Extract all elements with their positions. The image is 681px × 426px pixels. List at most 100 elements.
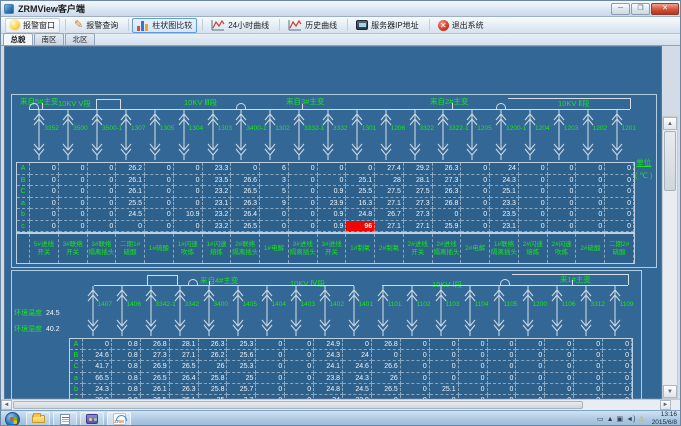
maximize-button[interactable]: ❐ (631, 3, 650, 15)
table-cell: 0 (59, 209, 88, 221)
content-area: 来自5#主变10KV V段10KV Ⅲ段来自3#主变来自2#主变10KV Ⅱ段3… (1, 46, 681, 399)
taskbar-document[interactable] (53, 412, 77, 426)
table-cell: 0 (372, 350, 401, 361)
scroll-up-arrow[interactable]: ▲ (663, 117, 677, 130)
bay-label: 3#进线 开关 (318, 234, 347, 263)
table-cell: 0 (88, 163, 117, 175)
horizontal-scrollbar[interactable]: ◄ ► (1, 399, 681, 410)
scroll-down-arrow[interactable]: ▼ (663, 385, 677, 398)
bulb-icon (10, 20, 20, 30)
table-cell: 0 (516, 350, 545, 361)
minimize-button[interactable]: ─ (611, 3, 630, 15)
table-cell: 0 (576, 198, 605, 210)
table-cell: 25.1 (346, 175, 375, 187)
tab-总貌[interactable]: 总貌 (3, 33, 33, 45)
table-cell: 27.1 (375, 221, 404, 233)
breaker-symbol: 1200 (520, 286, 548, 336)
table-cell: 0 (574, 339, 603, 350)
toolbar-button-历史曲线[interactable]: 历史曲线 (283, 18, 342, 33)
table-cell: 0 (605, 221, 634, 233)
table-cell: 0 (603, 350, 632, 361)
tab-南区[interactable]: 南区 (34, 33, 64, 45)
table-cell: 0 (548, 175, 577, 187)
table-cell: 0 (260, 221, 289, 233)
table-cell: 26.8 (433, 198, 462, 210)
taskbar-zrm-app[interactable]: ZRM (107, 412, 131, 426)
table-cell: 0 (83, 339, 112, 350)
table-cell: 0 (548, 163, 577, 175)
toolbar-button-服务器IP地址[interactable]: 服务器IP地址 (351, 18, 424, 33)
table-cell: 0 (145, 209, 174, 221)
taskbar-clock[interactable]: 13:16 2015/6/8 (652, 411, 677, 426)
table-cell: 26.4 (170, 373, 199, 384)
table-cell: 0 (401, 350, 430, 361)
breaker-number: 1109 (620, 301, 634, 308)
horizontal-scroll-thumb[interactable] (13, 401, 583, 409)
unit-symbol: ( ℃ ) (635, 169, 653, 182)
top-bay-label-row: 5#进线 开关3#联络 开关3#联络 隔离插头二期1# 硫酸1#硫酸1#闪速 吹… (16, 233, 635, 264)
table-cell: 0 (401, 361, 430, 372)
table-cell: 0 (488, 361, 517, 372)
breaker-symbol: 3500 (60, 110, 88, 160)
folder-icon (32, 415, 45, 423)
bay-label: 二期2# 硫酸 (605, 234, 634, 263)
taskbar-network-app[interactable] (80, 412, 104, 426)
taskbar-explorer[interactable] (26, 412, 50, 426)
phase-row-header: a (17, 198, 30, 210)
table-cell: 0 (289, 186, 318, 198)
scroll-right-arrow[interactable]: ► (660, 400, 671, 410)
breaker-symbol: 1200-1 (493, 110, 521, 160)
bay-label: 1#联络 隔离插头 (490, 234, 519, 263)
toolbar-button-退出系统[interactable]: ✕退出系统 (433, 18, 489, 33)
toolbar-button-柱状图比较[interactable]: 柱状图比较 (132, 18, 197, 33)
feeder-stub-line (147, 275, 148, 285)
vertical-scroll-thumb[interactable] (664, 131, 676, 191)
scroll-left-arrow[interactable]: ◄ (1, 400, 12, 410)
table-cell: 26.1 (141, 384, 170, 395)
curve-icon (211, 19, 225, 31)
input-method-icon[interactable]: ▭ (597, 412, 604, 426)
breaker-number: 3352 (44, 125, 58, 132)
table-cell: 0 (30, 221, 59, 233)
feeder-loop (236, 103, 246, 110)
start-button[interactable] (5, 412, 20, 426)
table-cell: 0 (488, 373, 517, 384)
breaker-symbol: 1302 (262, 110, 290, 160)
display-icon[interactable]: ▣ (617, 412, 624, 426)
bay-label: 2#联络 隔离插头 (231, 234, 260, 263)
breaker-symbol: 1407 (85, 286, 113, 336)
table-cell: 0 (318, 163, 347, 175)
table-cell: 0 (116, 221, 145, 233)
table-cell: 0 (548, 186, 577, 198)
table-cell: 24 (490, 163, 519, 175)
toolbar-button-24小时曲线[interactable]: 24小时曲线 (206, 18, 274, 33)
table-cell: 0 (605, 209, 634, 221)
bus-line (96, 99, 120, 100)
table-cell: 0 (461, 209, 490, 221)
table-cell: 27.1 (404, 221, 433, 233)
env-temp-label: 环境温度 (14, 310, 42, 318)
close-button[interactable]: ✕ (651, 3, 679, 15)
vertical-scrollbar[interactable]: ▲ ▼ (662, 116, 678, 399)
table-cell: 0 (461, 198, 490, 210)
toolbar-button-label: 报警查询 (86, 20, 118, 31)
toolbar-button-报警窗口[interactable]: 报警窗口 (5, 18, 60, 33)
tab-北区[interactable]: 北区 (65, 33, 95, 45)
volume-icon[interactable]: ◄) (626, 412, 635, 426)
table-cell: 0 (603, 373, 632, 384)
table-cell: 0 (256, 350, 285, 361)
table-cell: 0 (516, 339, 545, 350)
phase-row-header: B (17, 175, 30, 187)
table-cell: 0 (605, 163, 634, 175)
toolbar-button-报警查询[interactable]: ✎报警查询 (69, 18, 123, 33)
network-warning-icon[interactable]: ⚠ (638, 412, 644, 426)
show-hidden-icons[interactable]: ▲ (607, 412, 614, 426)
toolbar-separator (279, 19, 280, 31)
feeder-label: 10KV V段 (58, 100, 91, 108)
breaker-number: 1101 (388, 301, 402, 308)
table-cell: 28.1 (404, 175, 433, 187)
table-cell: 27.4 (375, 163, 404, 175)
breaker-symbol: 1202 (580, 110, 608, 160)
table-cell: 41.7 (83, 361, 112, 372)
table-cell: 24 (343, 350, 372, 361)
